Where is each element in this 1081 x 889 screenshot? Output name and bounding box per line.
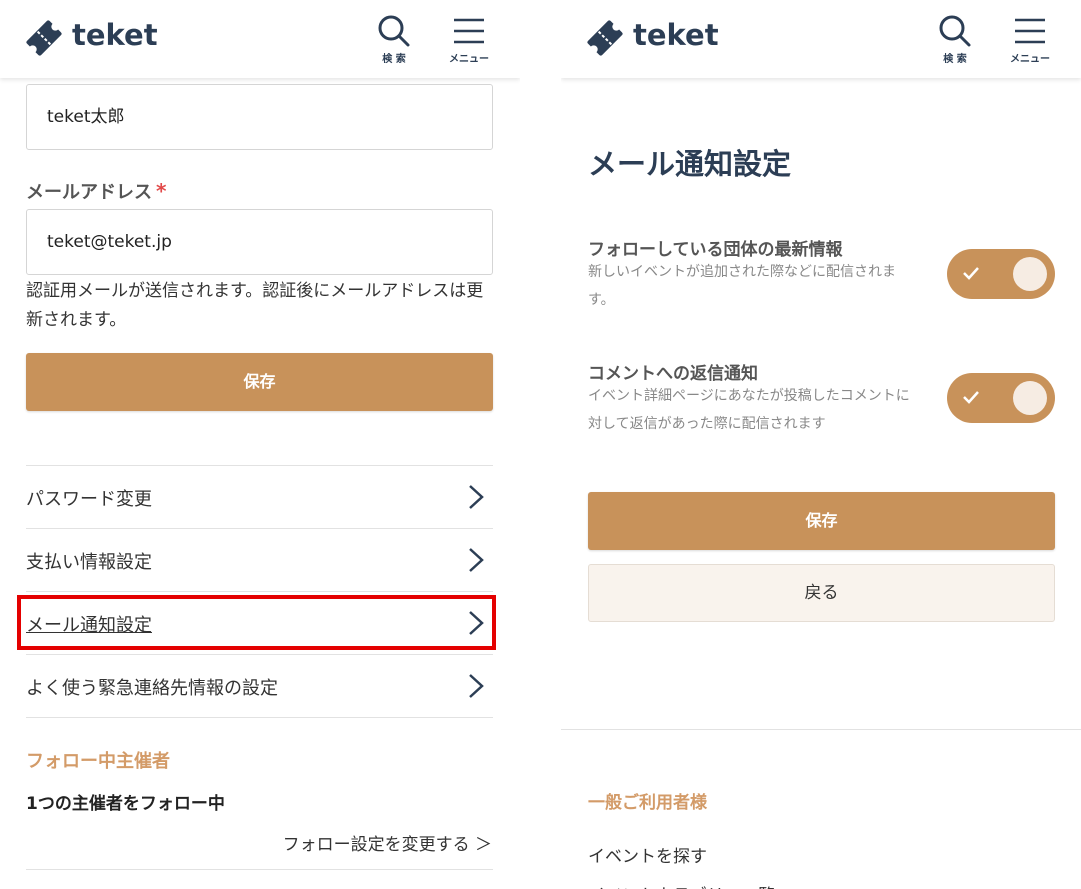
footer-link-categories[interactable]: イベントカテゴリー一覧 bbox=[588, 881, 775, 889]
site-header: teket 検 索 メニュー bbox=[561, 0, 1081, 78]
check-icon bbox=[963, 267, 979, 280]
email-label: メールアドレス * bbox=[26, 178, 166, 204]
save-button[interactable]: 保存 bbox=[588, 492, 1055, 550]
chevron-right-icon bbox=[469, 485, 484, 509]
toggle-knob bbox=[1013, 257, 1047, 291]
check-icon bbox=[963, 391, 979, 404]
menu-label: メニュー bbox=[1010, 54, 1050, 65]
save-button[interactable]: 保存 bbox=[26, 353, 493, 411]
chevron-right-icon bbox=[469, 674, 484, 698]
menu-button[interactable]: メニュー bbox=[1000, 14, 1060, 68]
footer-link-find-events[interactable]: イベントを探す bbox=[588, 842, 707, 867]
hamburger-icon bbox=[1015, 18, 1045, 44]
footer-heading: 一般ご利用者様 bbox=[588, 793, 707, 813]
footer-divider bbox=[561, 729, 1081, 730]
notification-title: フォローしている団体の最新情報 bbox=[588, 240, 843, 260]
search-icon bbox=[939, 15, 971, 47]
gutter bbox=[520, 0, 561, 889]
settings-item-label: 支払い情報設定 bbox=[26, 552, 152, 573]
email-note: 認証用メールが送信されます。認証後にメールアドレスは更新されます。 bbox=[26, 281, 484, 330]
hamburger-icon bbox=[454, 18, 484, 44]
search-label: 検 索 bbox=[943, 54, 967, 65]
notification-description: 新しいイベントが追加された際などに配信されます。 bbox=[588, 264, 896, 308]
notification-title: コメントへの返信通知 bbox=[588, 364, 758, 384]
ticket-logo-icon bbox=[587, 20, 623, 56]
search-button[interactable]: 検 索 bbox=[925, 14, 985, 68]
follow-heading: フォロー中主催者 bbox=[26, 751, 170, 772]
email-label-text: メールアドレス bbox=[26, 182, 152, 203]
settings-item-label: よく使う緊急連絡先情報の設定 bbox=[26, 678, 278, 699]
menu-label: メニュー bbox=[449, 54, 489, 65]
settings-item-password[interactable]: パスワード変更 bbox=[26, 466, 493, 529]
settings-list: パスワード変更 支払い情報設定 メール通知設定 よく使う緊急連絡先情報の設定 bbox=[26, 465, 493, 718]
search-icon bbox=[378, 15, 410, 47]
teket-logo[interactable]: teket bbox=[22, 16, 162, 60]
menu-button[interactable]: メニュー bbox=[439, 14, 499, 68]
email-field[interactable]: teket@teket.jp bbox=[26, 209, 493, 275]
notification-toggle-follow[interactable] bbox=[947, 249, 1055, 299]
notification-description: イベント詳細ページにあなたが投稿したコメントに対して返信があった際に配信されます bbox=[588, 388, 910, 432]
mail-notification-screen: teket 検 索 メニュー メール通知設定 フォローしている団体の最新情報 新… bbox=[561, 0, 1081, 889]
settings-item-label: パスワード変更 bbox=[26, 489, 152, 510]
chevron-right-icon bbox=[469, 548, 484, 572]
follow-settings-link[interactable]: フォロー設定を変更する ＞ bbox=[283, 830, 492, 855]
divider bbox=[26, 869, 493, 870]
name-field[interactable]: teket太郎 bbox=[26, 84, 493, 150]
brand-name: teket bbox=[633, 18, 719, 52]
toggle-knob bbox=[1013, 381, 1047, 415]
search-label: 検 索 bbox=[382, 54, 406, 65]
follow-count: 1つの主催者をフォロー中 bbox=[26, 794, 225, 814]
notification-toggle-comment[interactable] bbox=[947, 373, 1055, 423]
required-mark: * bbox=[156, 179, 167, 203]
page-title: メール通知設定 bbox=[588, 147, 792, 181]
search-button[interactable]: 検 索 bbox=[364, 14, 424, 68]
settings-item-emergency-contact[interactable]: よく使う緊急連絡先情報の設定 bbox=[26, 655, 493, 718]
teket-logo[interactable]: teket bbox=[583, 16, 723, 60]
highlight-annotation bbox=[17, 595, 496, 650]
account-settings-screen: teket 検 索 メニュー teket太郎 メールアドレス * teket@te… bbox=[0, 0, 520, 889]
brand-name: teket bbox=[72, 18, 158, 52]
settings-item-payment[interactable]: 支払い情報設定 bbox=[26, 529, 493, 592]
site-header: teket 検 索 メニュー bbox=[0, 0, 520, 78]
ticket-logo-icon bbox=[26, 20, 62, 56]
back-button[interactable]: 戻る bbox=[588, 564, 1055, 622]
